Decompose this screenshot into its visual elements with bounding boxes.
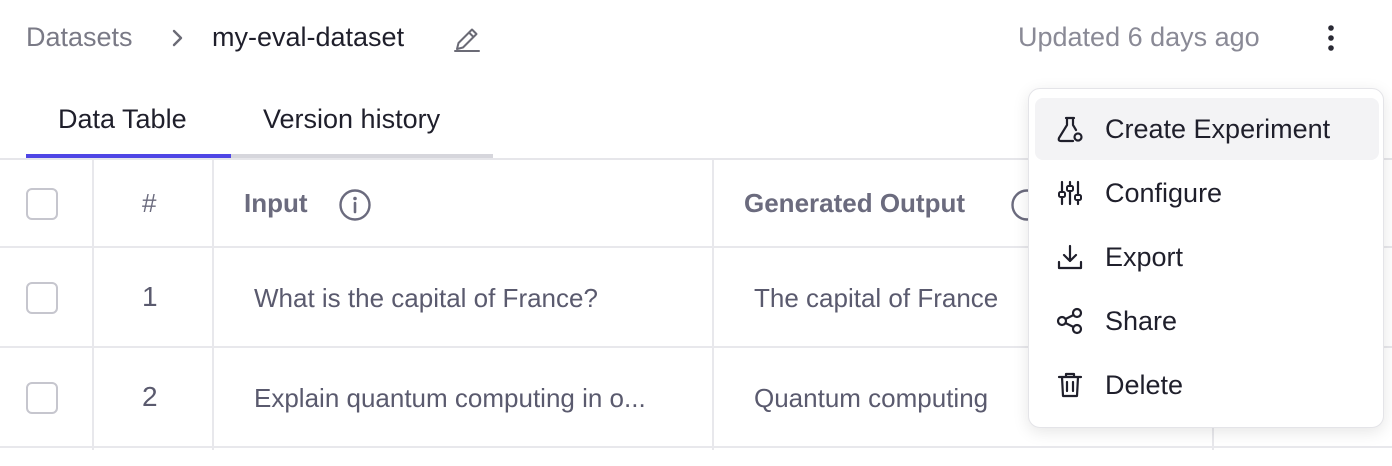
menu-item-label: Export (1105, 242, 1184, 272)
column-header-number: # (142, 188, 157, 218)
flask-icon (1057, 116, 1083, 143)
input-cell[interactable]: What is the capital of France? (254, 283, 706, 314)
menu-item-create-experiment[interactable]: Create Experiment (1035, 98, 1379, 160)
breadcrumb-datasets-link[interactable]: Datasets (26, 22, 133, 53)
row-checkbox[interactable] (26, 382, 58, 414)
column-header-generated-output[interactable]: Generated Output (744, 188, 965, 219)
trash-icon (1057, 372, 1083, 398)
info-icon[interactable] (338, 188, 372, 222)
menu-item-label: Create Experiment (1105, 114, 1331, 144)
dataset-page: Datasets my-eval-dataset Updated 6 days … (0, 0, 1392, 466)
chevron-right-icon (172, 29, 183, 47)
menu-item-share[interactable]: Share (1035, 290, 1379, 352)
row-checkbox[interactable] (26, 282, 58, 314)
output-cell[interactable]: The capital of France (754, 283, 1034, 314)
table-column-divider (712, 160, 714, 450)
table-column-divider (212, 160, 214, 450)
share-icon (1056, 307, 1083, 335)
row-number: 1 (142, 281, 158, 312)
breadcrumb-current: my-eval-dataset (212, 22, 405, 52)
select-all-checkbox[interactable] (26, 188, 58, 220)
menu-item-label: Delete (1105, 370, 1184, 400)
tab-inactive-indicator (231, 154, 493, 158)
pencil-icon[interactable] (452, 24, 482, 54)
row-number: 2 (142, 381, 158, 412)
menu-item-label: Configure (1105, 178, 1223, 208)
input-cell[interactable]: Explain quantum computing in o... (254, 383, 706, 414)
sliders-icon (1058, 180, 1082, 206)
table-column-divider (92, 160, 94, 450)
tab-data-table[interactable]: Data Table (58, 104, 187, 135)
more-options-icon[interactable] (1316, 22, 1346, 54)
menu-item-label: Share (1105, 306, 1178, 336)
column-header-input[interactable]: Input (244, 188, 308, 219)
menu-item-delete[interactable]: Delete (1035, 354, 1379, 416)
table-row-divider (0, 446, 1392, 448)
download-icon (1057, 244, 1083, 270)
tab-version-history[interactable]: Version history (263, 104, 440, 135)
updated-timestamp: Updated 6 days ago (1018, 22, 1260, 52)
tab-active-indicator (26, 154, 231, 158)
output-cell[interactable]: Quantum computing (754, 383, 1034, 414)
menu-item-configure[interactable]: Configure (1035, 162, 1379, 224)
options-menu: Create Experiment Configure Export Share… (1028, 88, 1384, 428)
page-header: Datasets my-eval-dataset Updated 6 days … (0, 0, 1392, 78)
menu-item-export[interactable]: Export (1035, 226, 1379, 288)
